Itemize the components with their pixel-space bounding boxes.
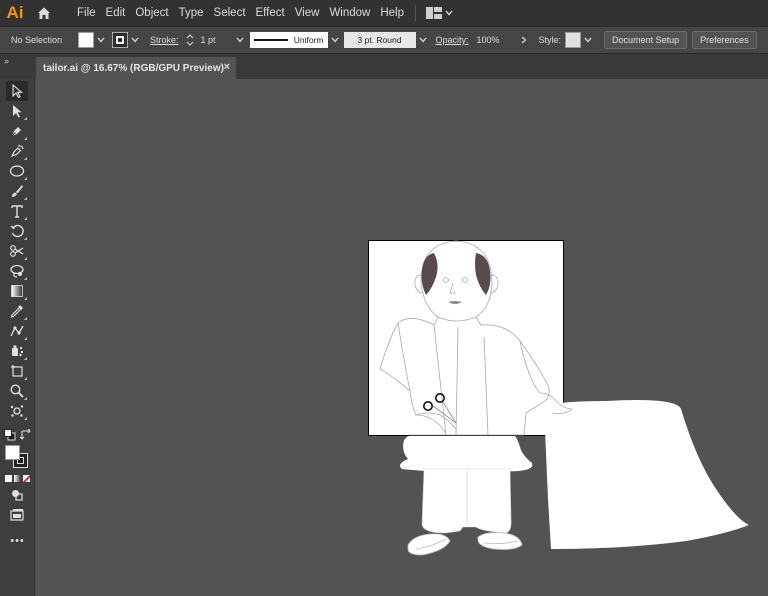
hair-left — [421, 253, 438, 295]
close-icon[interactable]: × — [224, 61, 230, 73]
opacity-field[interactable]: 100% — [473, 35, 517, 45]
gradient-tool-icon[interactable] — [6, 281, 28, 301]
brush-label: 3 pt. Round — [357, 35, 402, 45]
lasso-tool-icon[interactable] — [6, 261, 28, 281]
menu-effect[interactable]: Effect — [251, 0, 290, 26]
selection-tool-icon[interactable] — [6, 81, 28, 101]
stroke-label[interactable]: Stroke: — [146, 35, 183, 45]
default-fill-stroke-icon[interactable] — [4, 429, 16, 441]
workspace-layout-icon — [426, 7, 442, 19]
chevron-down-icon[interactable] — [581, 30, 595, 50]
profile-label: Uniform — [293, 35, 324, 45]
menu-select[interactable]: Select — [209, 0, 251, 26]
menu-bar: Ai File Edit Object Type Select Effect V… — [0, 0, 768, 26]
fill-stroke-swatches[interactable] — [5, 445, 29, 469]
chevron-down-icon[interactable] — [233, 30, 247, 50]
tools-panel: ••• — [0, 79, 35, 596]
screen-mode-icon[interactable] — [6, 505, 28, 525]
artboard-tool-icon[interactable] — [6, 361, 28, 381]
workspace-switcher[interactable] — [422, 7, 457, 19]
cloth-sheet — [544, 400, 749, 549]
document-tab[interactable]: tailor.ai @ 16.67% (RGB/GPU Preview) × — [36, 57, 236, 79]
menu-edit[interactable]: Edit — [101, 0, 131, 26]
chevron-down-icon[interactable] — [416, 30, 430, 50]
swap-fill-stroke-icon[interactable] — [19, 428, 32, 441]
style-label: Style: — [538, 35, 562, 45]
document-tab-title: tailor.ai @ 16.67% (RGB/GPU Preview) — [43, 62, 224, 74]
document-setup-button[interactable]: Document Setup — [604, 31, 688, 49]
scissors-tool-icon[interactable] — [6, 241, 28, 261]
right-sandal — [477, 532, 523, 550]
brush-definition[interactable]: 3 pt. Round — [343, 32, 416, 48]
dhoti-top — [400, 435, 533, 472]
chevron-down-icon[interactable] — [128, 30, 142, 50]
scatter-tool-icon[interactable] — [6, 401, 28, 421]
menu-type[interactable]: Type — [174, 0, 209, 26]
stepper-icon[interactable] — [183, 30, 197, 50]
color-mode-icon[interactable] — [5, 475, 12, 482]
edit-toolbar-icon[interactable]: ••• — [0, 535, 35, 547]
document-tab-strip: » tailor.ai @ 16.67% (RGB/GPU Preview) × — [0, 54, 768, 79]
drawing-modes-icon[interactable] — [6, 485, 28, 505]
selection-status: No Selection — [11, 35, 63, 45]
variable-width-profile[interactable]: Uniform — [249, 32, 328, 48]
tailor-illustration[interactable] — [36, 79, 768, 596]
symbol-sprayer-tool-icon[interactable] — [6, 341, 28, 361]
pen-tool-icon[interactable] — [6, 121, 28, 141]
menu-view[interactable]: View — [290, 0, 325, 26]
graphic-style-swatch[interactable] — [565, 32, 582, 48]
gradient-mode-icon[interactable] — [14, 475, 21, 482]
canvas-area[interactable] — [36, 79, 768, 596]
menu-file[interactable]: File — [72, 0, 101, 26]
control-bar: No Selection Stroke: 1 pt Uniform 3 pt. … — [0, 26, 768, 54]
menu-object[interactable]: Object — [130, 0, 173, 26]
menu-divider — [415, 5, 416, 21]
fill-swatch[interactable] — [78, 32, 94, 48]
stroke-swatch[interactable] — [112, 32, 128, 48]
none-mode-icon[interactable] — [23, 475, 30, 482]
chevron-down-icon — [445, 10, 453, 16]
opacity-label[interactable]: Opacity: — [432, 35, 473, 45]
curvature-tool-icon[interactable] — [6, 141, 28, 161]
illustrator-logo: Ai — [6, 3, 24, 22]
chevron-down-icon[interactable] — [328, 30, 342, 50]
color-mode-buttons — [5, 475, 30, 482]
type-tool-icon[interactable] — [6, 201, 28, 221]
rotate-tool-icon[interactable] — [6, 221, 28, 241]
zoom-tool-icon[interactable] — [6, 381, 28, 401]
chevron-right-icon[interactable] — [517, 30, 531, 50]
stroke-profile-preview — [253, 39, 288, 41]
stroke-weight-field[interactable]: 1 pt — [197, 35, 233, 45]
fill-color-box[interactable] — [5, 445, 20, 460]
home-icon[interactable] — [30, 0, 58, 26]
scissors-illustration — [422, 392, 445, 411]
direct-selection-tool-icon[interactable] — [6, 101, 28, 121]
eyedropper-tool-icon[interactable] — [6, 301, 28, 321]
dhoti-legs — [421, 468, 512, 534]
hair-right — [475, 253, 491, 295]
panel-collapse-grip[interactable]: » — [0, 54, 36, 79]
preferences-button[interactable]: Preferences — [692, 31, 757, 49]
paintbrush-tool-icon[interactable] — [6, 181, 28, 201]
menu-window[interactable]: Window — [324, 0, 375, 26]
puppet-warp-tool-icon[interactable] — [6, 321, 28, 341]
left-sandal — [407, 533, 451, 556]
menu-help[interactable]: Help — [375, 0, 409, 26]
ellipse-tool-icon[interactable] — [6, 161, 28, 181]
chevron-down-icon[interactable] — [94, 30, 108, 50]
